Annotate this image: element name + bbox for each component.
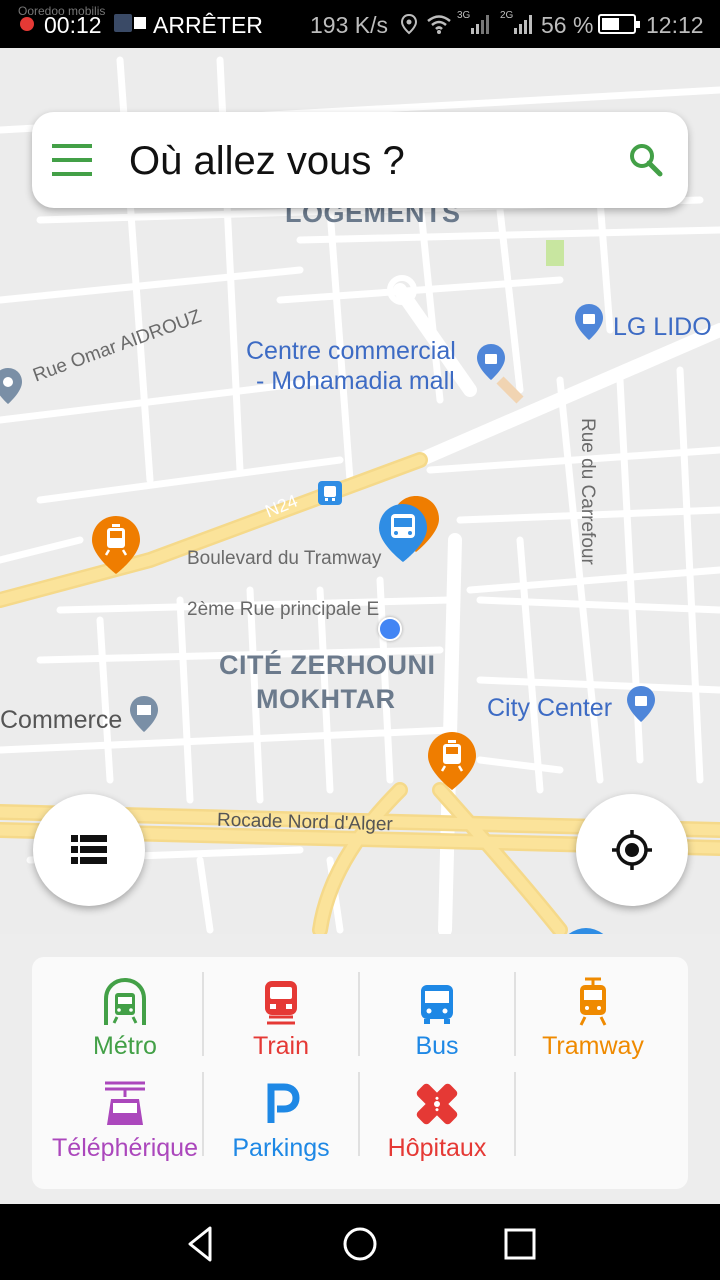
bus-pin-icon-partial[interactable] <box>566 926 606 934</box>
stop-icon[interactable] <box>134 17 146 29</box>
signal2-type: 2G <box>500 10 514 21</box>
search-icon[interactable] <box>626 140 666 180</box>
back-icon[interactable] <box>180 1222 224 1266</box>
my-location-button[interactable] <box>576 794 688 906</box>
shopping-poi-icon[interactable] <box>627 686 655 722</box>
record-time: 00:12 <box>44 12 102 38</box>
transport-categories-panel: Métro Train Bus Tramway Téléphérique Par… <box>32 957 688 1189</box>
map-label-commerce[interactable]: Commerce <box>0 706 122 735</box>
map-label-cite-line2: MOKHTAR <box>256 684 396 714</box>
category-telepherique[interactable]: Téléphérique <box>47 1069 203 1167</box>
android-nav-bar <box>0 1204 720 1280</box>
tramway-pin-icon[interactable] <box>428 732 476 790</box>
map-label-city-center[interactable]: City Center <box>487 694 612 723</box>
shopping-poi-icon[interactable] <box>477 344 505 380</box>
bus-stop-icon[interactable] <box>318 481 342 505</box>
category-tramway[interactable]: Tramway <box>515 967 671 1065</box>
signal1-type: 3G <box>457 10 471 21</box>
battery-fill <box>602 18 619 30</box>
category-hopitaux[interactable]: Hôpitaux <box>359 1069 515 1167</box>
location-icon <box>400 13 418 35</box>
bus-pin-icon[interactable] <box>379 504 427 562</box>
map-label-rocade: Rocade Nord d'Alger <box>216 809 394 836</box>
cable-car-icon <box>105 1081 145 1125</box>
hospital-icon <box>416 1083 458 1125</box>
recents-icon[interactable] <box>498 1222 542 1266</box>
clock: 12:12 <box>646 12 704 38</box>
category-train[interactable]: Train <box>203 967 359 1065</box>
category-label-parkings: Parkings <box>232 1134 330 1162</box>
bank-poi-icon[interactable] <box>130 696 158 732</box>
map-label-mall-line1[interactable]: Centre commercial <box>246 337 456 366</box>
signal-strength-icon <box>471 15 489 34</box>
bus-icon <box>421 985 453 1024</box>
tramway-icon <box>579 977 607 1026</box>
home-icon[interactable] <box>338 1222 382 1266</box>
map-label-cite-line1: CITÉ ZERHOUNI <box>219 650 436 680</box>
map-label-lg-lido[interactable]: LG LIDO <box>613 313 712 342</box>
map-label-mall-line2[interactable]: - Mohamadia mall <box>256 367 455 396</box>
tramway-pin-icon[interactable] <box>92 516 140 574</box>
category-metro[interactable]: Métro <box>47 967 203 1065</box>
wifi-icon <box>427 15 451 34</box>
record-indicator-icon <box>20 17 34 31</box>
category-label-metro: Métro <box>93 1032 157 1060</box>
status-bar: Ooredoo mobilis 00:12 ARRÊTER 193 K/s 3G… <box>0 0 720 48</box>
train-icon <box>265 981 297 1025</box>
category-label-bus: Bus <box>415 1032 459 1060</box>
category-parkings[interactable]: Parkings <box>203 1069 359 1167</box>
parking-icon <box>267 1083 300 1123</box>
network-speed: 193 K/s <box>310 12 388 38</box>
category-bus[interactable]: Bus <box>359 967 515 1065</box>
menu-icon[interactable] <box>52 142 92 178</box>
battery-icon <box>598 14 640 34</box>
battery-percent: 56 % <box>541 12 594 38</box>
stop-recording-button[interactable]: ARRÊTER <box>153 11 263 39</box>
mosque-poi-icon[interactable] <box>0 368 22 404</box>
search-bar[interactable]: Où allez vous ? <box>32 112 688 208</box>
shopping-poi-icon[interactable] <box>575 304 603 340</box>
list-view-button[interactable] <box>33 794 145 906</box>
category-label-train: Train <box>252 1032 310 1060</box>
signal-strength-icon-2 <box>514 15 532 34</box>
map-label-rue-principale: 2ème Rue principale E <box>187 599 380 620</box>
crosshair-icon <box>612 830 652 870</box>
category-label-hopitaux: Hôpitaux <box>387 1134 487 1162</box>
category-label-tramway: Tramway <box>542 1032 644 1060</box>
map-label-rue-carrefour: Rue du Carrefour <box>577 418 598 565</box>
screen-record-icon <box>114 14 132 32</box>
list-icon <box>71 835 107 864</box>
metro-icon <box>104 977 146 1025</box>
category-label-telepherique: Téléphérique <box>52 1134 198 1162</box>
current-location-dot <box>378 617 402 641</box>
search-input[interactable]: Où allez vous ? <box>129 138 405 184</box>
map-label-boulevard-tramway: Boulevard du Tramway <box>187 548 382 569</box>
